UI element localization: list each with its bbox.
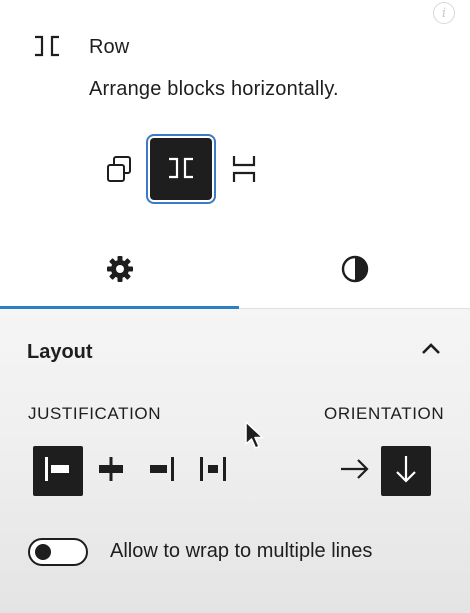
row-variation-button[interactable] [150, 138, 212, 200]
half-circle-icon [340, 254, 370, 289]
row-icon [32, 34, 62, 58]
mouse-cursor-icon [244, 420, 266, 452]
toggle-knob [35, 544, 51, 560]
inspector-tabs [0, 232, 470, 310]
panel-title[interactable]: Layout [27, 341, 93, 364]
orientation-horizontal-button[interactable] [330, 446, 380, 496]
arrow-down-icon [393, 454, 419, 489]
orientation-label: ORIENTATION [324, 404, 445, 423]
justify-center-icon [95, 454, 127, 489]
stack-variation-button[interactable] [224, 150, 264, 190]
stack-icon [231, 153, 257, 188]
justification-label: JUSTIFICATION [28, 404, 162, 423]
justify-right-button[interactable] [136, 446, 186, 496]
orientation-vertical-button[interactable] [381, 446, 431, 496]
justify-left-icon [42, 454, 74, 489]
wrap-label: Allow to wrap to multiple lines [110, 540, 373, 562]
arrow-right-icon [339, 456, 371, 487]
row-icon [165, 156, 197, 183]
justify-left-button[interactable] [33, 446, 83, 496]
justify-space-between-button[interactable] [188, 446, 238, 496]
chevron-up-icon[interactable] [418, 338, 444, 360]
block-title: Row [89, 36, 130, 58]
tab-settings[interactable] [0, 232, 239, 310]
gear-icon [105, 254, 135, 289]
block-description: Arrange blocks horizontally. [89, 78, 339, 100]
justify-center-button[interactable] [86, 446, 136, 496]
tab-styles[interactable] [239, 232, 470, 310]
group-variation-button[interactable] [100, 151, 138, 189]
justify-space-between-icon [197, 454, 229, 489]
justify-right-icon [145, 454, 177, 489]
wrap-toggle[interactable] [28, 538, 88, 566]
group-icon [104, 154, 134, 187]
info-icon[interactable]: i [433, 2, 455, 24]
